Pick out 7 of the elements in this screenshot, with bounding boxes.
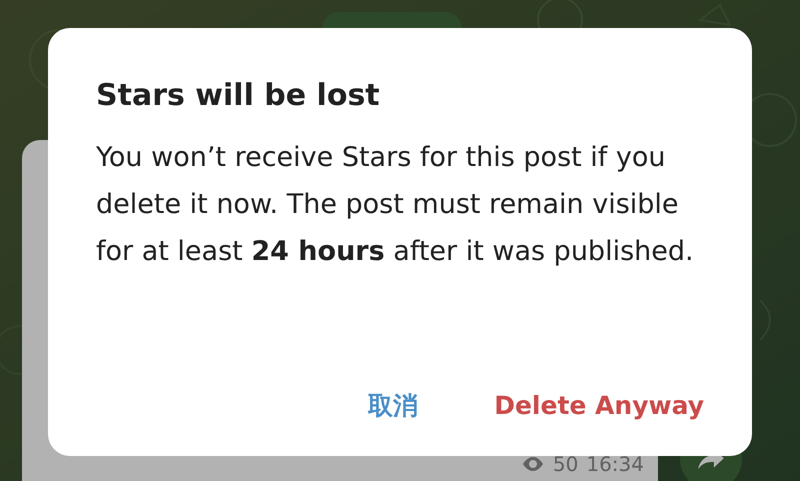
cancel-button[interactable]: 取消 bbox=[360, 383, 426, 428]
eye-icon bbox=[520, 456, 545, 472]
view-count: 50 bbox=[552, 452, 578, 476]
dialog-title: Stars will be lost bbox=[96, 77, 381, 115]
dialog-message: You won’t receive Stars for this post if you delete it now. The post must remain visible for at least 24 hours after it was published. bbox=[96, 141, 695, 269]
message-time: 16:34 bbox=[586, 452, 644, 476]
delete-button[interactable]: Delete Anyway bbox=[486, 383, 712, 428]
